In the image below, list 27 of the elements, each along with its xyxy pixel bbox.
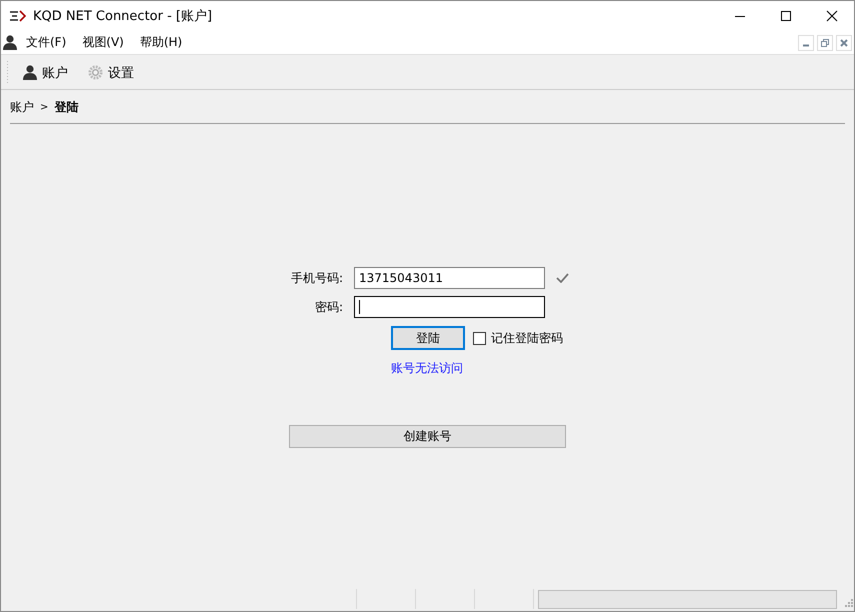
create-account-button[interactable]: 创建账号 bbox=[289, 425, 566, 448]
app-logo-icon bbox=[9, 10, 27, 22]
menu-item[interactable]: 帮助(H) bbox=[130, 34, 190, 51]
account-help-link[interactable]: 账号无法访问 bbox=[391, 360, 463, 377]
toolbar-grip-icon bbox=[6, 60, 9, 86]
user-icon bbox=[3, 35, 17, 50]
field-label: 手机号码: bbox=[290, 270, 343, 286]
password-input-field[interactable] bbox=[354, 296, 545, 318]
login-button[interactable]: 登陆 bbox=[391, 326, 465, 350]
breadcrumb-link[interactable]: 账户 bbox=[10, 99, 34, 116]
checkbox-label[interactable]: 记住登陆密码 bbox=[491, 330, 563, 346]
maximize-icon[interactable] bbox=[780, 10, 792, 22]
restore-icon[interactable] bbox=[817, 34, 833, 50]
user-icon bbox=[23, 65, 37, 80]
window-title: KQD NET Connector - [账户] bbox=[33, 8, 212, 25]
gear-icon bbox=[88, 65, 103, 80]
breadcrumb-current: 登陆 bbox=[54, 99, 78, 116]
phone-input-field[interactable]: 13715043011 bbox=[354, 267, 545, 289]
field-label: 密码: bbox=[314, 298, 343, 316]
close-icon[interactable] bbox=[826, 10, 838, 22]
checkbox[interactable] bbox=[473, 332, 486, 344]
menu-item[interactable]: 文件(F) bbox=[17, 34, 74, 51]
menu-item[interactable]: 视图(V) bbox=[73, 34, 131, 51]
breadcrumb-separator: > bbox=[40, 102, 48, 113]
toolbar-button[interactable]: 账户 bbox=[17, 62, 74, 84]
resize-grip-icon[interactable] bbox=[845, 598, 854, 608]
toolbar-button[interactable]: 设置 bbox=[82, 62, 140, 84]
